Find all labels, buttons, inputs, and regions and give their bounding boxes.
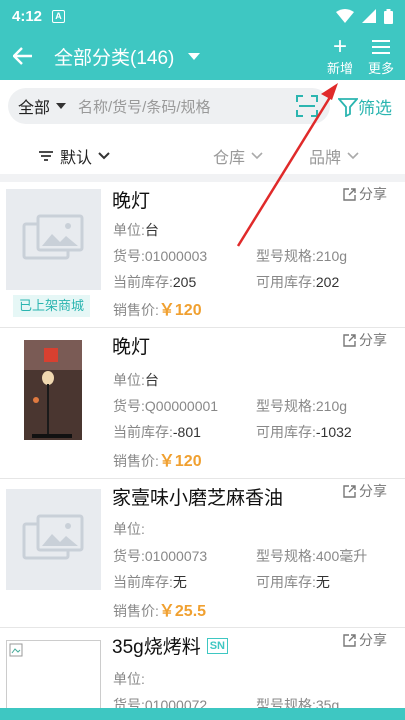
chevron-down-icon[interactable] <box>56 103 67 109</box>
chevron-down-icon <box>251 152 263 160</box>
add-label: 新增 <box>327 61 354 76</box>
spec-field: 型号规格:210g <box>256 398 348 414</box>
page-title[interactable]: 全部分类(146) <box>54 43 174 70</box>
share-icon <box>343 484 356 498</box>
product-card[interactable]: 家壹味小磨芝麻香油 分享 单位: 货号:01000073 型号规格:400毫升 … <box>0 479 405 628</box>
stock-field: 当前库存:205 <box>113 274 197 290</box>
image-placeholder-icon <box>6 489 101 590</box>
funnel-icon <box>338 97 358 117</box>
search-row: 全部 名称/货号/条码/规格 筛选 <box>0 80 405 132</box>
sku-field: 货号:Q00000001 <box>113 398 219 414</box>
search-scope[interactable]: 全部 <box>18 94 50 118</box>
broken-image-icon <box>6 640 101 708</box>
wifi-icon <box>336 9 354 23</box>
search-box[interactable]: 全部 名称/货号/条码/规格 <box>8 88 330 124</box>
spec-field: 型号规格:400毫升 <box>256 548 368 564</box>
add-button[interactable]: + 新增 <box>327 33 354 77</box>
back-button[interactable] <box>0 32 46 80</box>
share-button[interactable]: 分享 <box>343 184 387 204</box>
image-placeholder-icon <box>6 189 101 290</box>
sort-lines-icon <box>39 151 53 161</box>
status-icons <box>336 8 393 24</box>
sku-field: 货号:01000003 <box>113 248 208 264</box>
more-label: 更多 <box>368 61 395 76</box>
sort-warehouse-label: 仓库 <box>213 150 246 167</box>
price-field: 销售价:￥25.5 <box>113 603 207 620</box>
share-button[interactable]: 分享 <box>343 630 387 650</box>
product-name: 晚灯 <box>112 337 151 358</box>
stock-field: 当前库存:-801 <box>113 424 201 440</box>
price-field: 销售价:￥120 <box>113 453 202 470</box>
share-button[interactable]: 分享 <box>343 481 387 501</box>
plus-icon: + <box>333 33 348 60</box>
scan-button[interactable] <box>296 95 318 122</box>
available-field: 可用库存:202 <box>256 274 340 290</box>
sort-warehouse[interactable]: 仓库 <box>213 144 263 168</box>
unit-field: 单位:台 <box>113 372 159 388</box>
share-button[interactable]: 分享 <box>343 330 387 350</box>
status-bar: 4:12 A <box>0 0 405 32</box>
product-card[interactable]: 晚灯 分享 单位:台 货号:Q00000001 型号规格:210g 当前库存:-… <box>0 328 405 479</box>
bottom-bar <box>0 708 405 720</box>
unit-field: 单位: <box>113 521 145 537</box>
signal-icon <box>362 9 376 23</box>
sort-brand-label: 品牌 <box>309 150 342 167</box>
product-name: 家壹味小磨芝麻香油 <box>112 488 284 509</box>
arrow-left-icon <box>13 47 32 65</box>
available-field: 可用库存:-1032 <box>256 424 352 440</box>
sort-row: 默认 仓库 品牌 <box>0 132 405 174</box>
share-icon <box>343 633 356 647</box>
scan-icon <box>296 95 318 117</box>
divider <box>0 174 405 182</box>
title-dropdown-icon[interactable] <box>188 52 201 60</box>
stock-field: 当前库存:无 <box>113 574 187 590</box>
filter-label: 筛选 <box>358 99 392 118</box>
status-badge: 已上架商城 <box>13 295 91 317</box>
spec-field: 型号规格:210g <box>256 248 348 264</box>
unit-field: 单位: <box>113 671 145 687</box>
chevron-down-icon <box>347 152 359 160</box>
more-button[interactable]: 更多 <box>368 36 394 77</box>
product-card[interactable]: 已上架商城 晚灯 分享 单位:台 货号:01000003 型号规格:210g 当… <box>0 182 405 328</box>
status-time: 4:12 <box>12 7 43 25</box>
sort-default-label: 默认 <box>60 150 93 167</box>
app-bar: 全部分类(146) + 新增 更多 <box>0 32 405 80</box>
sort-brand[interactable]: 品牌 <box>309 144 359 168</box>
menu-icon <box>372 40 390 54</box>
available-field: 可用库存:无 <box>256 574 330 590</box>
unit-field: 单位:台 <box>113 222 159 238</box>
notification-icon: A <box>52 9 66 23</box>
product-name: 晚灯 <box>112 191 151 212</box>
chevron-down-icon <box>98 152 110 160</box>
share-icon <box>343 333 356 347</box>
search-input[interactable]: 名称/货号/条码/规格 <box>78 96 211 117</box>
product-card[interactable]: 35g烧烤料 SN 分享 单位: 货号:01000072 型号规格:35g <box>0 628 405 708</box>
sn-badge: SN <box>206 637 228 654</box>
filter-button[interactable]: 筛选 <box>338 94 392 119</box>
sort-default[interactable]: 默认 <box>38 144 110 168</box>
sku-field: 货号:01000072 <box>113 697 208 708</box>
product-photo <box>24 340 82 440</box>
share-icon <box>343 187 356 201</box>
sku-field: 货号:01000073 <box>113 548 208 564</box>
spec-field: 型号规格:35g <box>256 697 340 708</box>
battery-icon <box>384 8 393 24</box>
product-name: 35g烧烤料 SN <box>112 632 228 659</box>
price-field: 销售价:￥120 <box>113 302 202 319</box>
